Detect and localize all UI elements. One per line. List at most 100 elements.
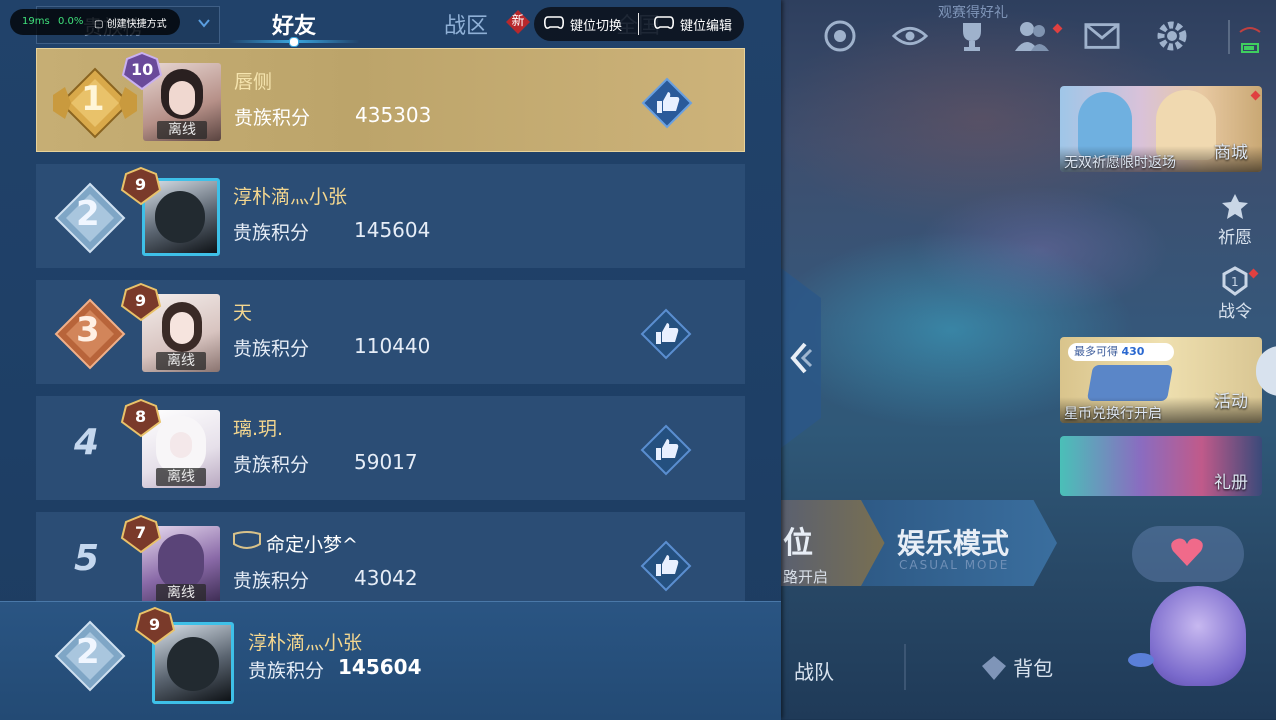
player-name: 命定小梦^ xyxy=(266,534,358,556)
pet-orb-icon xyxy=(1126,648,1156,676)
score-label: 贵族积分 xyxy=(248,660,325,682)
like-button[interactable] xyxy=(640,424,692,476)
score-value: 43042 xyxy=(354,566,418,590)
player-name: 天 xyxy=(233,302,253,324)
target-icon[interactable] xyxy=(822,18,858,54)
my-name: 淳朴滴灬小张 xyxy=(248,632,363,654)
key-mapping-bar: 键位切换 键位编辑 xyxy=(534,7,744,41)
notify-dot xyxy=(1248,268,1259,279)
wifi-battery-icon xyxy=(1236,22,1264,58)
activity-caption: 星币兑换行开启 xyxy=(1064,406,1162,422)
noble-level: 9 xyxy=(135,175,147,194)
coin-art xyxy=(1086,365,1174,401)
avatar-face xyxy=(170,312,194,344)
trophy-icon[interactable] xyxy=(954,18,990,54)
ranked-mode-sub: 路开启 xyxy=(783,568,829,586)
battlepass-icon: 1 xyxy=(1222,266,1248,296)
noble-level-badge: 9 xyxy=(120,166,162,206)
gamepad-icon xyxy=(544,15,564,35)
key-edit-button[interactable]: 键位编辑 xyxy=(680,15,732,34)
create-shortcut-button[interactable]: ▢ 创建快捷方式 xyxy=(94,15,167,30)
network-hud: 19ms 0.0% ▢ 创建快捷方式 xyxy=(10,9,180,35)
pet-mascot[interactable] xyxy=(1150,586,1246,686)
rank-number: 4 xyxy=(74,422,100,463)
divider xyxy=(1228,20,1230,54)
ranked-mode-label: 位 xyxy=(783,526,813,561)
battlepass-button[interactable]: 1 战令 xyxy=(1210,266,1260,322)
noble-level-badge: 9 xyxy=(134,606,176,646)
casual-mode-button[interactable]: 娱乐模式 CASUAL MODE xyxy=(861,500,1057,586)
svg-text:1: 1 xyxy=(1231,275,1239,289)
leaderboard-panel: 贵族榜 好友 战区 新 全国 1 离线 10 xyxy=(0,0,781,720)
leaderboard-row[interactable]: 1 离线 10 唇侧 贵族积分 435303 xyxy=(36,48,745,152)
my-rank-bar: 2 9 淳朴滴灬小张 贵族积分 145604 xyxy=(0,601,781,720)
avatar-hair xyxy=(158,534,204,590)
offline-tag: 离线 xyxy=(157,121,207,139)
mail-icon[interactable] xyxy=(1084,18,1120,54)
rank-number: 1 xyxy=(81,79,105,119)
leaderboard-row[interactable]: 4 离线 8 璃.玥. 贵族积分 59017 xyxy=(36,396,745,500)
like-button[interactable] xyxy=(640,308,692,360)
bag-button[interactable]: 背包 xyxy=(978,652,1053,682)
packet-loss: 0.0% xyxy=(58,16,84,27)
noble-level: 8 xyxy=(135,407,147,426)
shop-label: 商城 xyxy=(1214,143,1248,163)
battlepass-label: 战令 xyxy=(1218,302,1252,322)
like-button[interactable] xyxy=(641,77,693,129)
thumbs-up-icon xyxy=(640,308,692,360)
eye-icon[interactable] xyxy=(892,18,928,54)
collapse-panel-button[interactable] xyxy=(781,268,821,448)
gamepad-icon xyxy=(654,15,674,35)
noble-level-badge: 10 xyxy=(121,51,163,91)
noble-level: 9 xyxy=(149,615,161,634)
gift-card[interactable]: 礼册 xyxy=(1060,436,1262,496)
score-label: 贵族积分 xyxy=(234,107,311,129)
noble-level: 9 xyxy=(135,291,147,310)
player-name: 淳朴滴灬小张 xyxy=(233,186,348,208)
noble-level-badge: 7 xyxy=(120,514,162,554)
silver-rank-medal: 2 xyxy=(50,180,126,256)
bag-label: 背包 xyxy=(1013,656,1054,681)
tab-zone[interactable]: 战区 xyxy=(444,8,488,40)
like-button[interactable] xyxy=(640,540,692,592)
rank-number: 2 xyxy=(76,632,100,672)
friends-icon[interactable] xyxy=(1014,18,1050,54)
tab-friends[interactable]: 好友 xyxy=(272,8,316,40)
gift-label: 礼册 xyxy=(1214,473,1248,493)
leaderboard-row[interactable]: 3 离线 9 天 贵族积分 110440 xyxy=(36,280,745,384)
bag-icon xyxy=(982,656,1006,680)
offline-tag: 离线 xyxy=(156,468,206,486)
coins-value: 430 xyxy=(1121,345,1145,358)
team-button[interactable]: 战队 xyxy=(794,656,834,685)
settings-gear-icon[interactable] xyxy=(1154,18,1190,54)
my-score: 145604 xyxy=(338,655,422,679)
silver-rank-medal: 2 xyxy=(50,618,130,698)
shop-card[interactable]: 无双祈愿限时返场 商城 xyxy=(1060,86,1262,172)
leaderboard-row[interactable]: 5 离线 7 命定小梦^ 贵族积分 43042 xyxy=(36,512,745,602)
avatar-face xyxy=(169,81,195,115)
score-label: 贵族积分 xyxy=(233,338,310,360)
noble-level-badge: 8 xyxy=(120,398,162,438)
pray-icon xyxy=(1222,194,1248,219)
new-badge: 新 xyxy=(506,10,530,34)
bronze-rank-medal: 3 xyxy=(50,296,126,372)
pray-button[interactable]: 祈愿 xyxy=(1210,192,1260,248)
score-label: 贵族积分 xyxy=(233,454,310,476)
thumbs-up-icon xyxy=(641,77,693,129)
chevron-down-icon xyxy=(197,15,211,34)
key-switch-button[interactable]: 键位切换 xyxy=(570,15,622,34)
score-value: 435303 xyxy=(355,103,432,127)
avatar-face xyxy=(170,432,192,458)
rank-number: 5 xyxy=(74,538,100,579)
offline-tag: 离线 xyxy=(156,352,206,370)
create-shortcut-label: 创建快捷方式 xyxy=(106,19,167,30)
activity-card[interactable]: 最多可得 430 星币兑换行开启 活动 xyxy=(1060,337,1262,423)
score-value: 145604 xyxy=(354,218,431,242)
score-label: 贵族积分 xyxy=(233,222,310,244)
shortcut-icon: ▢ xyxy=(94,19,104,30)
heart-icon[interactable] xyxy=(1170,536,1204,572)
leaderboard-row[interactable]: 2 9 淳朴滴灬小张 贵族积分 145604 xyxy=(36,164,745,268)
divider xyxy=(638,13,639,35)
mask-icon xyxy=(232,530,262,556)
player-name: 璃.玥. xyxy=(233,418,284,440)
